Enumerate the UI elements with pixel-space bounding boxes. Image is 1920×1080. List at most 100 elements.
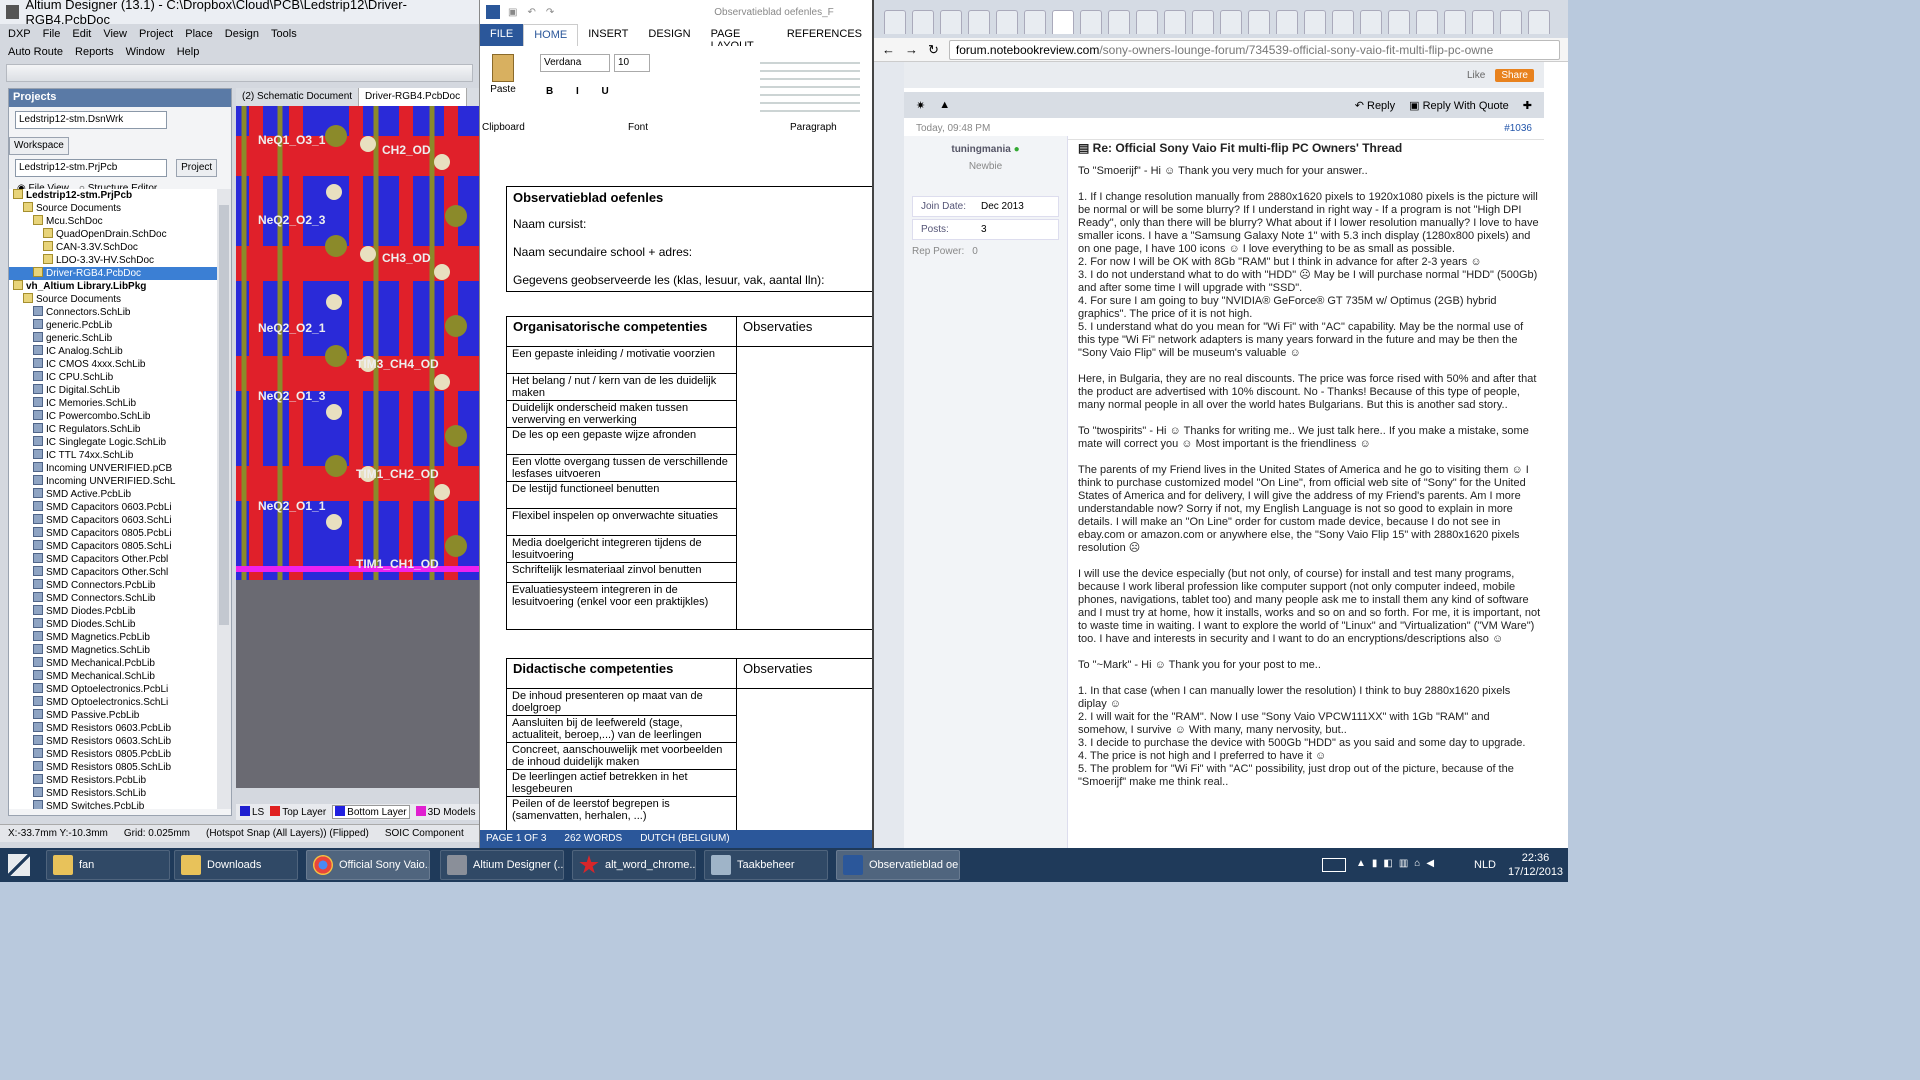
tree-item[interactable]: SMD Resistors 0603.SchLib: [9, 735, 217, 748]
pcb-canvas[interactable]: [236, 106, 480, 580]
menu-file[interactable]: File: [43, 28, 61, 40]
tree-item[interactable]: SMD Optoelectronics.PcbLi: [9, 683, 217, 696]
tree-item[interactable]: SMD Magnetics.PcbLib: [9, 631, 217, 644]
tree-item[interactable]: SMD Resistors 0805.PcbLib: [9, 748, 217, 761]
browser-tab[interactable]: [968, 10, 990, 34]
font-size-select[interactable]: 10: [614, 54, 650, 72]
tree-item[interactable]: IC Analog.SchLib: [9, 345, 217, 358]
browser-tab[interactable]: [1444, 10, 1466, 34]
tray-icons[interactable]: ▲▮◧▥⌂◀: [1356, 858, 1446, 872]
tree-item[interactable]: SMD Diodes.SchLib: [9, 618, 217, 631]
input-language[interactable]: NLD: [1474, 859, 1496, 871]
tree-item[interactable]: SMD Connectors.SchLib: [9, 592, 217, 605]
tree-item[interactable]: SMD Switches.PcbLib: [9, 800, 217, 809]
multiquote-icon[interactable]: ✚: [1523, 99, 1532, 112]
like-button[interactable]: Like: [1467, 70, 1485, 81]
tree-item[interactable]: SMD Magnetics.SchLib: [9, 644, 217, 657]
tree-item[interactable]: SMD Optoelectronics.SchLi: [9, 696, 217, 709]
browser-tab[interactable]: [1080, 10, 1102, 34]
browser-tab[interactable]: [1304, 10, 1326, 34]
warning-icon[interactable]: ▲: [939, 99, 950, 111]
tab-design[interactable]: DESIGN: [638, 24, 700, 46]
tree-item[interactable]: SMD Connectors.PcbLib: [9, 579, 217, 592]
tree-item[interactable]: QuadOpenDrain.SchDoc: [9, 228, 217, 241]
browser-tab[interactable]: [912, 10, 934, 34]
undo-icon[interactable]: ↶: [527, 7, 535, 18]
tree-item[interactable]: IC Regulators.SchLib: [9, 423, 217, 436]
taskbar-item-altium[interactable]: Altium Designer (...: [440, 850, 564, 880]
username-link[interactable]: tuningmania: [951, 144, 1010, 155]
tree-item[interactable]: SMD Resistors.PcbLib: [9, 774, 217, 787]
menu-edit[interactable]: Edit: [72, 28, 91, 40]
back-icon[interactable]: ←: [882, 42, 895, 57]
paragraph-buttons[interactable]: [760, 56, 860, 116]
tree-item[interactable]: LDO-3.3V-HV.SchDoc: [9, 254, 217, 267]
tree-item[interactable]: Ledstrip12-stm.PrjPcb: [9, 189, 217, 202]
menu-help[interactable]: Help: [177, 46, 200, 58]
menu-place[interactable]: Place: [185, 28, 213, 40]
browser-tab[interactable]: [1388, 10, 1410, 34]
tree-item[interactable]: SMD Resistors.SchLib: [9, 787, 217, 800]
taskbar-item-alt-word-chrome[interactable]: alt_word_chrome...: [572, 850, 696, 880]
tree-item[interactable]: Incoming UNVERIFIED.pCB: [9, 462, 217, 475]
reply-button[interactable]: ↶ Reply: [1355, 99, 1395, 112]
menu-reports[interactable]: Reports: [75, 46, 114, 58]
tree-item[interactable]: Mcu.SchDoc: [9, 215, 217, 228]
tree-item[interactable]: SMD Resistors 0805.SchLib: [9, 761, 217, 774]
clock[interactable]: 22:36 17/12/2013: [1508, 851, 1563, 879]
layer-3d[interactable]: 3D Models: [415, 806, 475, 818]
tree-item[interactable]: SMD Capacitors 0805.PcbLi: [9, 527, 217, 540]
tree-item[interactable]: Connectors.SchLib: [9, 306, 217, 319]
project-button[interactable]: Project: [176, 159, 218, 177]
tree-item[interactable]: IC Powercombo.SchLib: [9, 410, 217, 423]
browser-tab[interactable]: [1052, 10, 1074, 34]
tree-item[interactable]: generic.SchLib: [9, 332, 217, 345]
tab-references[interactable]: REFERENCES: [777, 24, 872, 46]
document-area[interactable]: Observatieblad oefenles Naam cursist: Na…: [480, 140, 872, 831]
browser-tab[interactable]: [1248, 10, 1270, 34]
menu-window[interactable]: Window: [126, 46, 165, 58]
reload-icon[interactable]: ↻: [928, 42, 939, 58]
browser-tab[interactable]: [1276, 10, 1298, 34]
tree-item[interactable]: SMD Capacitors Other.Pcbl: [9, 553, 217, 566]
page-count[interactable]: PAGE 1 OF 3: [486, 833, 546, 845]
tree-item[interactable]: IC Memories.SchLib: [9, 397, 217, 410]
font-name-select[interactable]: Verdana: [540, 54, 610, 72]
taskbar-item-word[interactable]: Observatieblad oe...: [836, 850, 960, 880]
browser-tab[interactable]: [1528, 10, 1550, 34]
tree-item[interactable]: Source Documents: [9, 293, 217, 306]
browser-tab[interactable]: [1500, 10, 1522, 34]
tab-page-layout[interactable]: PAGE LAYOUT: [701, 24, 777, 52]
menu-auto-route[interactable]: Auto Route: [8, 46, 63, 58]
tree-item[interactable]: Source Documents: [9, 202, 217, 215]
tree-item[interactable]: CAN-3.3V.SchDoc: [9, 241, 217, 254]
tab-home[interactable]: HOME: [523, 24, 579, 46]
address-bar[interactable]: forum.notebookreview.com/sony-owners-lou…: [948, 39, 1560, 60]
tree-item[interactable]: generic.PcbLib: [9, 319, 217, 332]
pcb-editor[interactable]: (2) Schematic Document Driver-RGB4.PcbDo…: [236, 88, 480, 788]
taskbar-item-downloads[interactable]: Downloads: [174, 850, 298, 880]
tree-item[interactable]: IC Singlegate Logic.SchLib: [9, 436, 217, 449]
browser-tab[interactable]: [940, 10, 962, 34]
browser-tab[interactable]: [1136, 10, 1158, 34]
taskbar-item-chrome[interactable]: Official Sony Vaio...: [306, 850, 430, 880]
tab-schematic[interactable]: (2) Schematic Document: [236, 88, 360, 106]
language-indicator[interactable]: DUTCH (BELGIUM): [640, 833, 729, 845]
menu-dxp[interactable]: DXP: [8, 28, 31, 40]
post-number-link[interactable]: #1036: [1504, 123, 1532, 134]
tree-item[interactable]: SMD Passive.PcbLib: [9, 709, 217, 722]
star-icon[interactable]: ✷: [916, 99, 925, 112]
redo-icon[interactable]: ↷: [546, 7, 554, 18]
tree-item[interactable]: SMD Capacitors 0603.SchLi: [9, 514, 217, 527]
browser-tab[interactable]: [1024, 10, 1046, 34]
browser-tab[interactable]: [1360, 10, 1382, 34]
browser-tab[interactable]: [1192, 10, 1214, 34]
tree-item[interactable]: SMD Capacitors 0603.PcbLi: [9, 501, 217, 514]
tree-item[interactable]: SMD Diodes.PcbLib: [9, 605, 217, 618]
menu-design[interactable]: Design: [225, 28, 259, 40]
tree-item[interactable]: Driver-RGB4.PcbDoc: [9, 267, 217, 280]
workspace-button[interactable]: Workspace: [9, 137, 69, 155]
tree-item[interactable]: vh_Altium Library.LibPkg: [9, 280, 217, 293]
tab-pcb[interactable]: Driver-RGB4.PcbDoc: [359, 88, 468, 106]
reply-quote-button[interactable]: ▣ Reply With Quote: [1409, 99, 1509, 112]
